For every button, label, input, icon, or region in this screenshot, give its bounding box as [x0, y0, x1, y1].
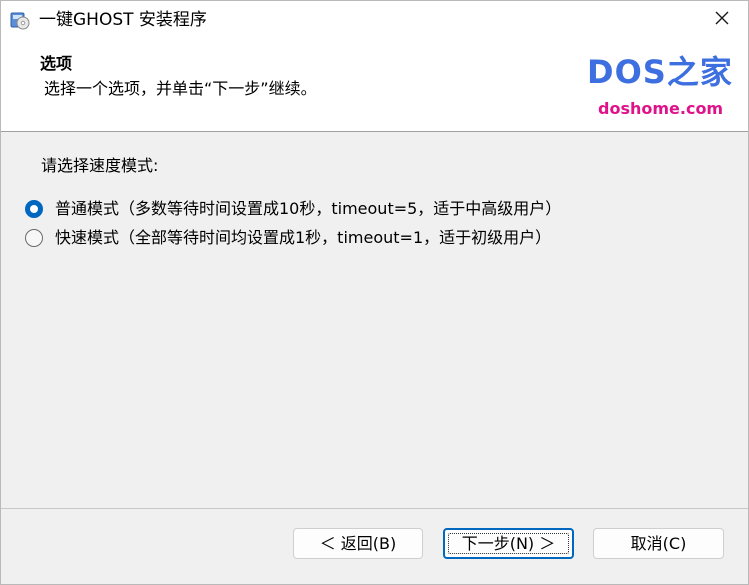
radio-option-normal-mode[interactable]: 普通模式（多数等待时间设置成10秒，timeout=5，适于中高级用户）: [25, 198, 561, 220]
logo-sub-text: doshome.com: [598, 99, 724, 118]
cancel-button[interactable]: 取消(C): [593, 528, 724, 559]
speed-mode-prompt: 请选择速度模式:: [41, 156, 159, 175]
radio-label-normal-mode: 普通模式（多数等待时间设置成10秒，timeout=5，适于中高级用户）: [55, 199, 562, 218]
cancel-button-label: 取消(C): [630, 534, 687, 553]
dos-home-logo: DOS之家 doshome.com: [583, 53, 745, 123]
close-icon: [714, 10, 730, 30]
back-button-label: ＜ 返回(B): [319, 534, 397, 553]
page-subtitle: 选择一个选项，并单击“下一步”继续。: [44, 79, 317, 98]
radio-option-fast-mode[interactable]: 快速模式（全部等待时间均设置成1秒，timeout=1，适于初级用户）: [25, 227, 551, 249]
installer-window: 一键GHOST 安装程序 选项 选择一个选项，并单击“下一步”继续。 DOS之家…: [0, 0, 749, 585]
header-panel: 选项 选择一个选项，并单击“下一步”继续。 DOS之家 doshome.com: [1, 39, 748, 132]
next-button-label: 下一步(N) ＞: [461, 534, 556, 553]
close-button[interactable]: [701, 5, 743, 35]
radio-unchecked-icon[interactable]: [25, 229, 43, 247]
window-title: 一键GHOST 安装程序: [39, 10, 207, 30]
back-button[interactable]: ＜ 返回(B): [293, 528, 423, 559]
options-content: 请选择速度模式: 普通模式（多数等待时间设置成10秒，timeout=5，适于中…: [1, 132, 748, 508]
footer-divider: [1, 508, 748, 509]
page-title: 选项: [40, 54, 73, 73]
installer-disc-icon: [10, 10, 30, 30]
title-bar[interactable]: 一键GHOST 安装程序: [1, 1, 748, 39]
radio-label-fast-mode: 快速模式（全部等待时间均设置成1秒，timeout=1，适于初级用户）: [55, 228, 552, 247]
radio-checked-icon[interactable]: [25, 200, 43, 218]
logo-main-text: DOS之家: [587, 53, 733, 91]
next-button[interactable]: 下一步(N) ＞: [443, 528, 574, 559]
